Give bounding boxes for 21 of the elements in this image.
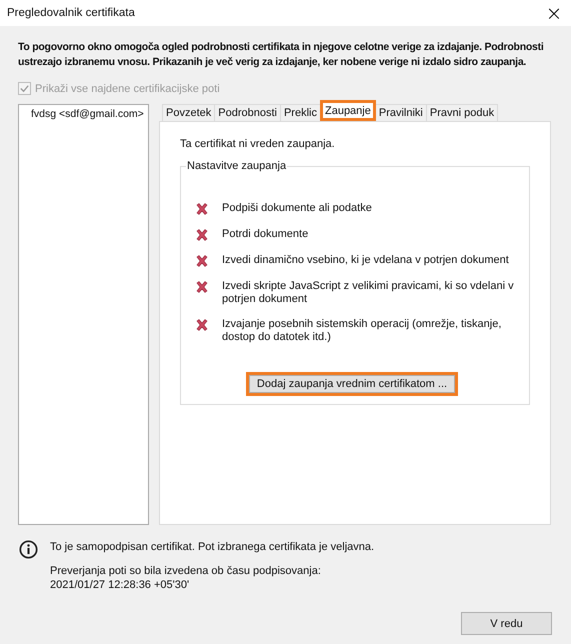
tab[interactable]: Pravni poduk <box>426 104 498 121</box>
trust-item-label: Izvedi skripte JavaScript z velikimi pravicami, ki so vdelani v potrjen dokument <box>222 280 515 306</box>
close-button[interactable]: × <box>537 0 571 26</box>
window-title: Pregledovalnik certifikata <box>7 7 135 19</box>
trust-status-text: Ta certifikat ni vreden zaupanja. <box>180 138 336 150</box>
info-message: To je samopodpisan certifikat. Pot izbranega certifikata je veljavna. <box>50 540 374 554</box>
trust-item-label: Potrdi dokumente <box>222 228 308 241</box>
checkbox-label: Prikaži vse najdene certifikacijske poti <box>35 82 220 94</box>
group-title: Nastavitve zaupanja <box>186 160 288 172</box>
trust-item-label: Izvedi dinamično vsebino, ki je vdelana v potrjen dokument <box>222 254 509 267</box>
add-trusted-button[interactable]: Dodaj zaupanja vrednim certifikatom ... <box>246 372 458 396</box>
tab[interactable]: Zaupanje <box>320 100 376 121</box>
description-text: To pogovorno okno omogoča ogled podrobnosti certifikata in njegove celotne verige za izdajanje. Podrobnosti ustrezajo izbranemu vnosu. Prikazanih je več verig za izdajanje, ker nobene verige ni izdalo sidro zaupanja. <box>18 40 545 70</box>
info-icon <box>19 540 38 559</box>
timestamp-text: 2021/01/27 12:28:36 +05'30' <box>50 578 190 592</box>
certificate-item[interactable]: fvdsg <sdf@gmail.com> <box>19 105 148 123</box>
trust-item-label: Podpiši dokumente ali podatke <box>222 202 372 215</box>
trust-item-label: Izvajanje posebnih sistemskih operacij (omrežje, tiskanje, dostop do datotek itd.) <box>222 318 502 344</box>
tab[interactable]: Povzetek <box>162 104 216 121</box>
validation-text: Preverjanja poti so bila izvedena ob času podpisovanja: <box>50 564 322 578</box>
ok-button[interactable]: V redu <box>461 612 552 635</box>
